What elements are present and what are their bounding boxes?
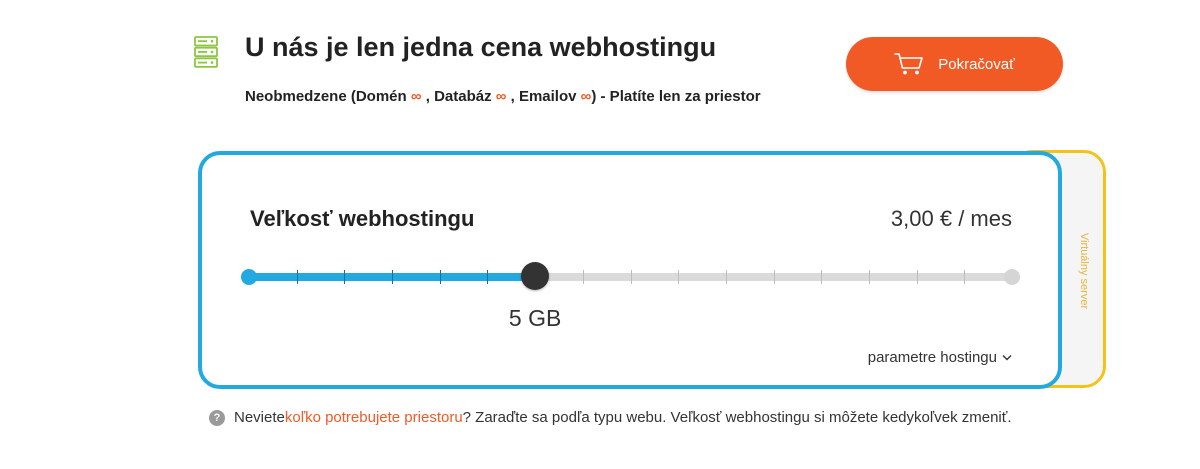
subtitle-text-emails: , Emailov (506, 88, 581, 105)
slider-tick (678, 270, 680, 284)
subtitle-text-end: ) - Platíte len za priestor (591, 88, 761, 105)
continue-button[interactable]: Pokračovať (846, 37, 1063, 91)
cart-icon (894, 53, 924, 75)
slider-tick (868, 270, 870, 284)
slider-tick (773, 270, 775, 284)
slider-tick (821, 270, 823, 284)
subtitle-text-databases: , Databáz (421, 88, 496, 105)
page-subtitle: Neobmedzene (Domén ∞ , Databáz ∞ , Email… (245, 88, 761, 105)
slider-tick (630, 270, 632, 284)
hosting-parameters-label: parametre hostingu (867, 349, 997, 366)
hosting-parameters-toggle[interactable]: parametre hostingu (868, 349, 1012, 366)
selected-size-value: 5 GB (508, 305, 562, 331)
slider-tick (582, 270, 584, 284)
server-icon (194, 36, 218, 68)
chevron-down-icon (1002, 355, 1012, 361)
slider-tick (964, 270, 966, 284)
subtitle-text-domains: Neobmedzene (Domén (245, 88, 411, 105)
help-text-before: Neviete (234, 409, 285, 426)
question-icon: ? (209, 409, 225, 426)
size-slider-end-dot (1004, 269, 1020, 285)
slider-tick (439, 270, 441, 284)
infinity-icon: ∞ (410, 88, 422, 105)
slider-tick (392, 270, 394, 284)
help-line: ? Neviete koľko potrebujete priestoru ? … (209, 409, 1012, 426)
hosting-size-title: Veľkosť webhostingu (250, 206, 475, 231)
help-text-after: ? Zaraďte sa podľa typu webu. Veľkosť we… (462, 409, 1012, 426)
slider-tick (344, 270, 346, 284)
size-slider-thumb[interactable] (521, 262, 550, 290)
how-much-space-link[interactable]: koľko potrebujete priestoru (285, 409, 463, 426)
slider-tick (296, 270, 298, 284)
slider-tick (487, 270, 489, 284)
virtual-server-label[interactable]: Virtuálny server (1078, 233, 1090, 309)
hosting-price: 3,00 € / mes (890, 206, 1012, 231)
infinity-icon: ∞ (580, 88, 592, 105)
page-title: U nás je len jedna cena webhostingu (245, 32, 717, 62)
infinity-icon: ∞ (495, 88, 507, 105)
continue-button-label: Pokračovať (938, 55, 1015, 73)
slider-tick (916, 270, 918, 284)
size-slider-start-dot (241, 269, 257, 285)
slider-tick (725, 270, 727, 284)
